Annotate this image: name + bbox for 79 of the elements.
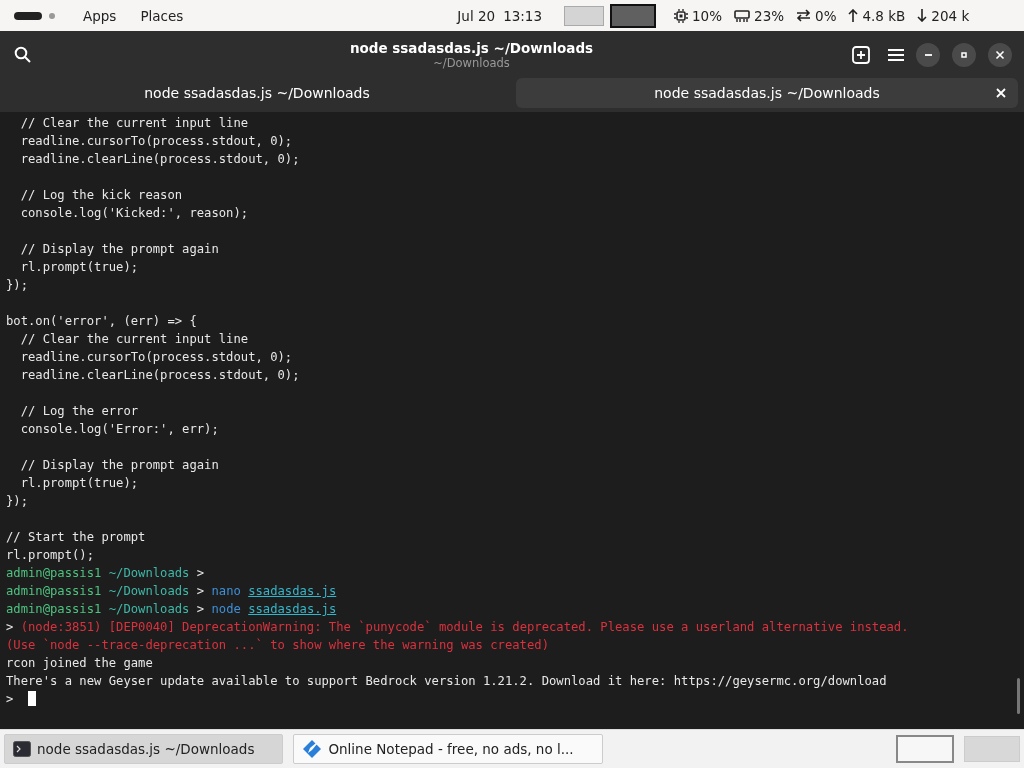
terminal-tab[interactable]: node ssadasdas.js ~/Downloads (6, 78, 508, 108)
indicator-text: 0% (815, 7, 837, 24)
taskbar-button[interactable]: Online Notepad - free, no ads, no l... (293, 734, 603, 764)
maximize-icon (959, 49, 969, 60)
terminal-text: > (6, 620, 14, 634)
terminal-icon (13, 741, 31, 757)
terminal-text: // Clear the current input line (19, 332, 249, 346)
terminal-text: There's a new Geyser update available to support Bedrock version 1.21.2. Download it here: https://geysermc.org/download (6, 674, 887, 688)
indicator-text: 23% (754, 7, 785, 24)
file-link[interactable]: ssadasdas.js (248, 584, 337, 598)
terminal-text: }); (6, 278, 28, 292)
terminal-text: // Display the prompt again (19, 458, 219, 472)
search-icon[interactable] (14, 46, 31, 63)
close-icon[interactable] (996, 88, 1006, 98)
prompt-path: ~/Downloads (108, 584, 190, 598)
indicator-text: 204 k (931, 7, 970, 24)
terminal-text: readline.cursorTo(process.stdout, 0); (19, 350, 293, 364)
command-text: nano (211, 584, 241, 598)
workspace-thumbnail[interactable] (610, 3, 657, 28)
tab-label: node ssadasdas.js ~/Downloads (144, 85, 370, 101)
terminal-text: }); (6, 494, 28, 508)
tab-label: node ssadasdas.js ~/Downloads (654, 85, 880, 101)
indicator-text: 10% (692, 7, 723, 24)
new-tab-icon[interactable] (852, 45, 870, 64)
close-icon (995, 49, 1005, 60)
terminal-text: > (6, 692, 14, 706)
indicator-text: 4.8 kB (862, 7, 906, 24)
prompt-user: admin@passis1 (6, 566, 102, 580)
swap-arrows-icon (796, 9, 812, 22)
terminal-text: > (196, 566, 205, 580)
file-link[interactable]: ssadasdas.js (248, 602, 337, 616)
terminal-text: readline.clearLine(process.stdout, 0); (19, 368, 300, 382)
maximize-button[interactable] (952, 42, 976, 67)
prompt-path: ~/Downloads (108, 602, 190, 616)
terminal-text: rl.prompt(true); (19, 260, 139, 274)
taskbar-button[interactable]: node ssadasdas.js ~/Downloads (4, 734, 284, 764)
date-text: Jul 20 (457, 7, 496, 24)
chip-icon (674, 8, 689, 23)
scrollbar-thumb[interactable] (1017, 678, 1020, 714)
command-text: node (211, 602, 241, 616)
workspace-thumbnail[interactable] (564, 5, 605, 26)
terminal-tab[interactable]: node ssadasdas.js ~/Downloads (516, 78, 1018, 108)
terminal-text: > (196, 602, 205, 616)
task-label: node ssadasdas.js ~/Downloads (37, 741, 255, 757)
terminal-text: readline.cursorTo(process.stdout, 0); (19, 134, 293, 148)
terminal-text: // Start the prompt (6, 530, 146, 544)
pen-diamond-icon (302, 739, 323, 759)
terminal-text: // Clear the current input line (19, 116, 249, 130)
down-arrow-icon (917, 9, 928, 22)
memory-icon (734, 9, 751, 22)
window-title: node ssadasdas.js ~/Downloads (349, 39, 594, 56)
terminal-text: // Display the prompt again (19, 242, 219, 256)
terminal-text: // Log the kick reason (19, 188, 183, 202)
terminal-text: bot.on('error', (err) => { (6, 314, 197, 328)
prompt-path: ~/Downloads (108, 566, 190, 580)
menu-icon[interactable] (888, 47, 904, 62)
error-text: (node:3851) [DEP0040] DeprecationWarning: The `punycode` module is deprecated. Please use a userland alternative instead. (20, 620, 909, 634)
activities-icon[interactable] (14, 11, 55, 20)
error-text: (Use `node --trace-deprecation ...` to show where the warning was created) (6, 638, 549, 652)
terminal-text: console.log('Error:', err); (19, 422, 219, 436)
prompt-user: admin@passis1 (6, 584, 102, 598)
terminal-text: > (196, 584, 205, 598)
terminal-text: console.log('Kicked:', reason); (19, 206, 249, 220)
prompt-user: admin@passis1 (6, 602, 102, 616)
terminal-text: rl.prompt(); (6, 548, 95, 562)
workspace-button[interactable] (896, 735, 954, 763)
terminal-text: rl.prompt(true); (19, 476, 139, 490)
minimize-button[interactable] (916, 42, 940, 67)
close-button[interactable] (988, 42, 1012, 67)
terminal-text: // Log the error (19, 404, 139, 418)
up-arrow-icon (848, 9, 859, 22)
menu-item[interactable]: Places (140, 7, 184, 24)
menu-item[interactable]: Apps (83, 7, 117, 24)
minimize-icon (924, 53, 932, 56)
window-subtitle: ~/Downloads (433, 55, 510, 70)
terminal-text: rcon joined the game (6, 656, 153, 670)
task-label: Online Notepad - free, no ads, no l... (328, 741, 574, 757)
time-text: 13:13 (503, 7, 543, 24)
terminal-text: readline.clearLine(process.stdout, 0); (19, 152, 300, 166)
